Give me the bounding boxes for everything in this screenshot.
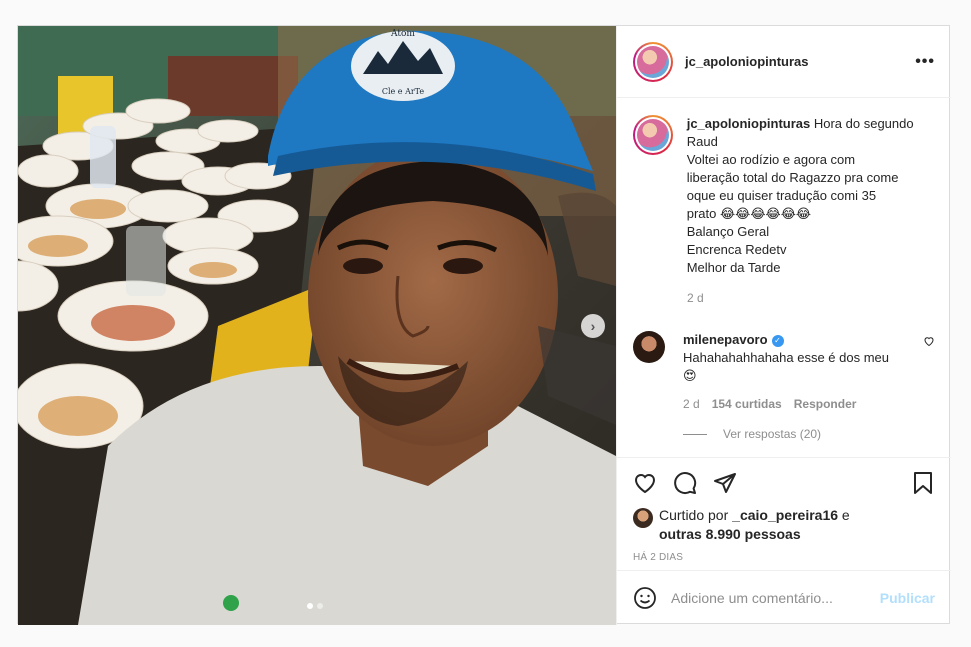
caption-line: Voltei ao rodízio e agora com	[686, 152, 856, 167]
liked-by-joiner: e	[841, 507, 850, 523]
author-username[interactable]: jc_apoloniopinturas	[685, 54, 809, 69]
post-sidebar: jc_apoloniopinturas ••• jc_apoloniopintu…	[616, 26, 951, 625]
next-photo-button[interactable]: ›	[581, 314, 605, 338]
comment-body: milenepavoro ✓ Hahahahahhahaha esse é dos…	[683, 331, 903, 385]
view-replies-label: Ver respostas (20)	[723, 427, 822, 441]
caption-line: Raud	[686, 134, 718, 149]
save-bookmark-icon[interactable]	[911, 471, 935, 495]
reply-button[interactable]: Responder	[794, 397, 857, 411]
chevron-right-icon: ›	[590, 318, 596, 334]
caption-line: Hora do segundo	[813, 116, 914, 131]
caption-avatar-image	[636, 119, 669, 151]
liked-by-user[interactable]: _caio_pereira16	[732, 507, 838, 523]
like-heart-icon[interactable]	[633, 471, 657, 495]
liked-by-others[interactable]: outras 8.990 pessoas	[659, 526, 801, 542]
caption-line: oque eu quiser tradução comi 35	[686, 188, 877, 203]
comment-likes[interactable]: 154 curtidas	[712, 397, 782, 411]
liked-by: Curtido por _caio_pereira16 e outras 8.9…	[633, 506, 935, 544]
caption-line: Melhor da Tarde	[686, 260, 781, 275]
caption-age: 2 d	[687, 291, 704, 305]
more-options-icon[interactable]: •••	[915, 53, 935, 71]
comment-bubble-icon[interactable]	[673, 471, 697, 495]
liked-by-text: Curtido por _caio_pereira16 e outras 8.9…	[659, 506, 879, 544]
author-avatar[interactable]	[633, 41, 673, 82]
action-icons	[633, 470, 935, 496]
publish-button[interactable]: Publicar	[880, 590, 935, 606]
post-timestamp[interactable]: HÁ 2 DIAS	[633, 552, 935, 563]
selfie-image: Atom Cle e ArTe	[18, 26, 616, 625]
caption-line: prato 😂😂😂😂😂😂	[686, 206, 812, 221]
caption: jc_apoloniopinturas Hora do segundo Raud…	[633, 115, 935, 277]
comment-input[interactable]: Adicione um comentário...	[671, 590, 833, 606]
carousel-dot-active	[307, 603, 313, 609]
commenter-avatar[interactable]	[633, 331, 665, 363]
comment-meta: 2 d 154 curtidas Responder	[683, 397, 935, 411]
caption-line: Balanço Geral	[686, 224, 770, 239]
post-header: jc_apoloniopinturas •••	[617, 26, 951, 98]
caption-line: Encrenca Redetv	[686, 242, 787, 257]
caption-username[interactable]: jc_apoloniopinturas	[687, 116, 811, 131]
view-replies-button[interactable]: Ver respostas (20)	[683, 427, 935, 441]
liker-avatar[interactable]	[633, 508, 653, 528]
author-avatar-image	[637, 45, 669, 78]
comment-like-heart-icon[interactable]	[923, 335, 935, 347]
post-card: Atom Cle e ArTe › jc_apoloniopinturas ••…	[17, 25, 951, 625]
add-comment-bar: Adicione um comentário... Publicar	[617, 570, 951, 625]
post-photo[interactable]: Atom Cle e ArTe ›	[18, 26, 616, 625]
commenter-username[interactable]: milenepavoro	[683, 332, 768, 347]
liked-by-prefix: Curtido por	[659, 507, 729, 523]
caption-avatar[interactable]	[633, 115, 673, 155]
helmet-logo-top: Atom	[390, 29, 415, 39]
post-actions: Curtido por _caio_pereira16 e outras 8.9…	[617, 457, 951, 570]
comment-text: Hahahahahhahaha esse é dos meu 😍	[683, 350, 889, 383]
carousel-indicator	[307, 603, 323, 609]
emoji-smiley-icon[interactable]	[633, 586, 657, 610]
comment-item: milenepavoro ✓ Hahahahahhahaha esse é dos…	[633, 331, 935, 385]
helmet-logo-bottom: Cle e ArTe	[382, 87, 425, 96]
comments-section: jc_apoloniopinturas Hora do segundo Raud…	[617, 99, 951, 457]
verified-badge-icon: ✓	[771, 334, 784, 347]
replies-dash	[683, 433, 707, 435]
carousel-dot	[317, 603, 323, 609]
comment-age: 2 d	[683, 397, 700, 411]
share-paper-plane-icon[interactable]	[713, 471, 737, 495]
caption-line: liberação total do Ragazzo pra come	[686, 170, 899, 185]
caption-text: jc_apoloniopinturas Hora do segundo Raud…	[687, 115, 935, 277]
